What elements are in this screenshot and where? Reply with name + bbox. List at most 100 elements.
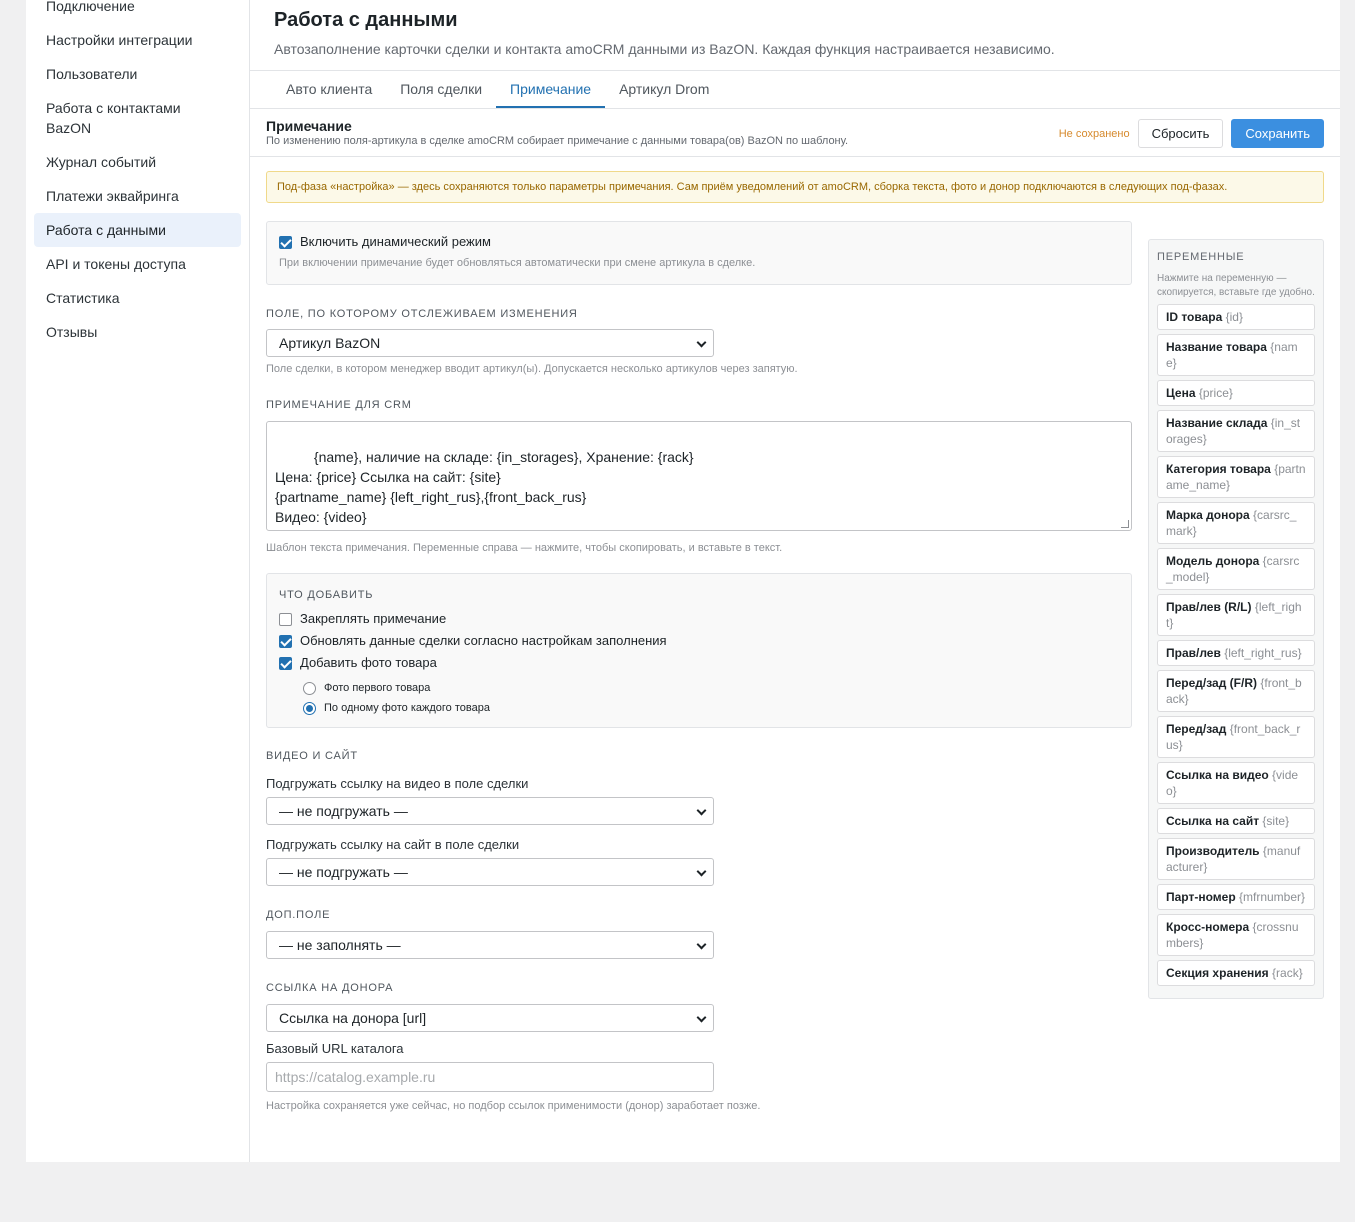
sidebar-item-integration-settings[interactable]: Настройки интеграции: [34, 23, 241, 57]
variable-key: {id}: [1225, 310, 1243, 324]
site-field-select[interactable]: — не подгружать —: [266, 858, 714, 886]
page-subtitle: Автозаполнение карточки сделки и контакт…: [274, 41, 1055, 57]
extra-field-select[interactable]: — не заполнять —: [266, 931, 714, 959]
variable-chip[interactable]: Ссылка на видео {video}: [1157, 762, 1315, 804]
sidebar-item-event-log[interactable]: Журнал событий: [34, 145, 241, 179]
update-deal-checkbox[interactable]: [279, 634, 292, 648]
variable-name: Марка донора: [1166, 508, 1250, 522]
pin-note-option[interactable]: Закреплять примечание: [279, 611, 1119, 627]
photo-first-option[interactable]: Фото первого товара: [303, 681, 1119, 695]
variable-chip[interactable]: Перед/зад (F/R) {front_back}: [1157, 670, 1315, 712]
variable-chip[interactable]: Прав/лев (R/L) {left_right}: [1157, 594, 1315, 636]
variable-name: Перед/зад (F/R): [1166, 676, 1258, 690]
variable-name: Парт-номер: [1166, 890, 1236, 904]
variable-key: {rack}: [1272, 966, 1303, 980]
variable-name: Ссылка на видео: [1166, 768, 1269, 782]
add-photo-checkbox[interactable]: [279, 656, 292, 670]
variable-chip[interactable]: Парт-номер {mfrnumber}: [1157, 884, 1315, 910]
tab-client-car[interactable]: Авто клиента: [272, 71, 386, 108]
video-field-select[interactable]: — не подгружать —: [266, 797, 714, 825]
variable-chip[interactable]: Название склада {in_storages}: [1157, 410, 1315, 452]
resize-handle-icon[interactable]: [1121, 520, 1129, 528]
sidebar-item-bazon-contacts[interactable]: Работа с контактами BazON: [34, 91, 241, 145]
dynamic-mode-checkbox[interactable]: [279, 235, 292, 249]
variable-chip[interactable]: Секция хранения {rack}: [1157, 960, 1315, 986]
site-field-value: — не подгружать —: [279, 864, 408, 880]
variable-chip[interactable]: Ссылка на сайт {site}: [1157, 808, 1315, 834]
save-button[interactable]: Сохранить: [1231, 119, 1324, 148]
page-header: Работа с данными Автозаполнение карточки…: [250, 0, 1340, 71]
base-url-label: Базовый URL каталога: [266, 1041, 404, 1056]
variable-name: Производитель: [1166, 844, 1260, 858]
variable-chip[interactable]: Прав/лев {left_right_rus}: [1157, 640, 1315, 666]
variable-name: Категория товара: [1166, 462, 1271, 476]
tab-deal-fields[interactable]: Поля сделки: [386, 71, 496, 108]
variable-chip[interactable]: Цена {price}: [1157, 380, 1315, 406]
video-site-label: Видео и сайт: [266, 750, 358, 762]
track-field-select[interactable]: Артикул BazON: [266, 329, 714, 357]
tab-note[interactable]: Примечание: [496, 71, 606, 108]
photo-first-label: Фото первого товара: [324, 682, 431, 694]
video-field-label: Подгружать ссылку на видео в поле сделки: [266, 776, 529, 791]
sidebar-item-reviews[interactable]: Отзывы: [34, 315, 241, 349]
photo-each-radio[interactable]: [303, 701, 316, 715]
tab-drom-article[interactable]: Артикул Drom: [605, 71, 723, 108]
variable-chip[interactable]: Перед/зад {front_back_rus}: [1157, 716, 1315, 758]
chevron-down-icon: [696, 939, 707, 950]
save-status: Не сохранено: [1058, 127, 1130, 140]
pin-note-checkbox[interactable]: [279, 612, 292, 626]
form-column: Включить динамический режим При включени…: [266, 221, 1132, 1113]
variable-name: Ссылка на сайт: [1166, 814, 1260, 828]
sidebar: Подключение Настройки интеграции Пользов…: [26, 0, 250, 1162]
variables-hint: Нажмите на переменную — скопируется, вст…: [1157, 273, 1315, 298]
header-actions: Не сохранено Сбросить Сохранить: [1059, 119, 1324, 148]
add-photo-option[interactable]: Добавить фото товара: [279, 655, 1119, 671]
form-body: Включить динамический режим При включени…: [250, 221, 1340, 1113]
update-deal-option[interactable]: Обновлять данные сделки согласно настрой…: [279, 633, 1119, 649]
sidebar-item-data-work[interactable]: Работа с данными: [34, 213, 241, 247]
variable-chip[interactable]: ID товара {id}: [1157, 304, 1315, 330]
donor-link-select[interactable]: Ссылка на донора [url]: [266, 1004, 714, 1032]
variable-chip[interactable]: Марка донора {carsrc_mark}: [1157, 502, 1315, 544]
variable-name: Прав/лев: [1166, 646, 1221, 660]
pin-note-label: Закреплять примечание: [300, 611, 447, 626]
extra-field-label: Доп.поле: [266, 909, 331, 921]
dynamic-mode-hint: При включении примечание будет обновлять…: [279, 257, 756, 269]
base-url-input[interactable]: https://catalog.example.ru: [266, 1062, 714, 1092]
variable-name: Название склада: [1166, 416, 1268, 430]
dynamic-mode-toggle[interactable]: Включить динамический режим: [279, 234, 1119, 250]
variable-chip[interactable]: Название товара {name}: [1157, 334, 1315, 376]
main-content: Работа с данными Автозаполнение карточки…: [250, 0, 1340, 1162]
variable-name: Цена: [1166, 386, 1196, 400]
variable-chip[interactable]: Категория товара {partname_name}: [1157, 456, 1315, 498]
donor-link-label: Ссылка на донора: [266, 982, 394, 994]
sidebar-item-statistics[interactable]: Статистика: [34, 281, 241, 315]
donor-link-value: Ссылка на донора [url]: [279, 1010, 427, 1026]
phase-notice: Под-фаза «настройка» — здесь сохраняются…: [266, 171, 1324, 203]
variable-chip[interactable]: Модель донора {carsrc_model}: [1157, 548, 1315, 590]
photo-each-label: По одному фото каждого товара: [324, 702, 490, 714]
variable-chip[interactable]: Кросс-номера {crossnumbers}: [1157, 914, 1315, 956]
photo-each-option[interactable]: По одному фото каждого товара: [303, 701, 1119, 715]
what-to-add-label: Что добавить: [279, 589, 374, 601]
what-to-add-card: Что добавить Закреплять примечание Обнов…: [266, 573, 1132, 728]
variable-name: Перед/зад: [1166, 722, 1227, 736]
variable-name: Название товара: [1166, 340, 1267, 354]
sidebar-item-acquiring-payments[interactable]: Платежи эквайринга: [34, 179, 241, 213]
crm-note-label: Примечание для CRM: [266, 399, 412, 411]
variable-name: ID товара: [1166, 310, 1223, 324]
crm-note-textarea[interactable]: {name}, наличие на складе: {in_storages}…: [266, 421, 1132, 531]
variable-name: Секция хранения: [1166, 966, 1269, 980]
app-window: Подключение Настройки интеграции Пользов…: [26, 0, 1340, 1162]
dynamic-mode-card: Включить динамический режим При включени…: [266, 221, 1132, 285]
donor-hint: Настройка сохраняется уже сейчас, но под…: [266, 1100, 761, 1112]
sidebar-item-connection[interactable]: Подключение: [34, 0, 241, 23]
sidebar-item-api-tokens[interactable]: API и токены доступа: [34, 247, 241, 281]
reset-button[interactable]: Сбросить: [1137, 119, 1224, 148]
variable-key: {site}: [1262, 814, 1290, 828]
photo-first-radio[interactable]: [303, 681, 316, 695]
chevron-down-icon: [696, 805, 707, 816]
track-field-value: Артикул BazON: [279, 335, 381, 351]
variable-chip[interactable]: Производитель {manufacturer}: [1157, 838, 1315, 880]
sidebar-item-users[interactable]: Пользователи: [34, 57, 241, 91]
